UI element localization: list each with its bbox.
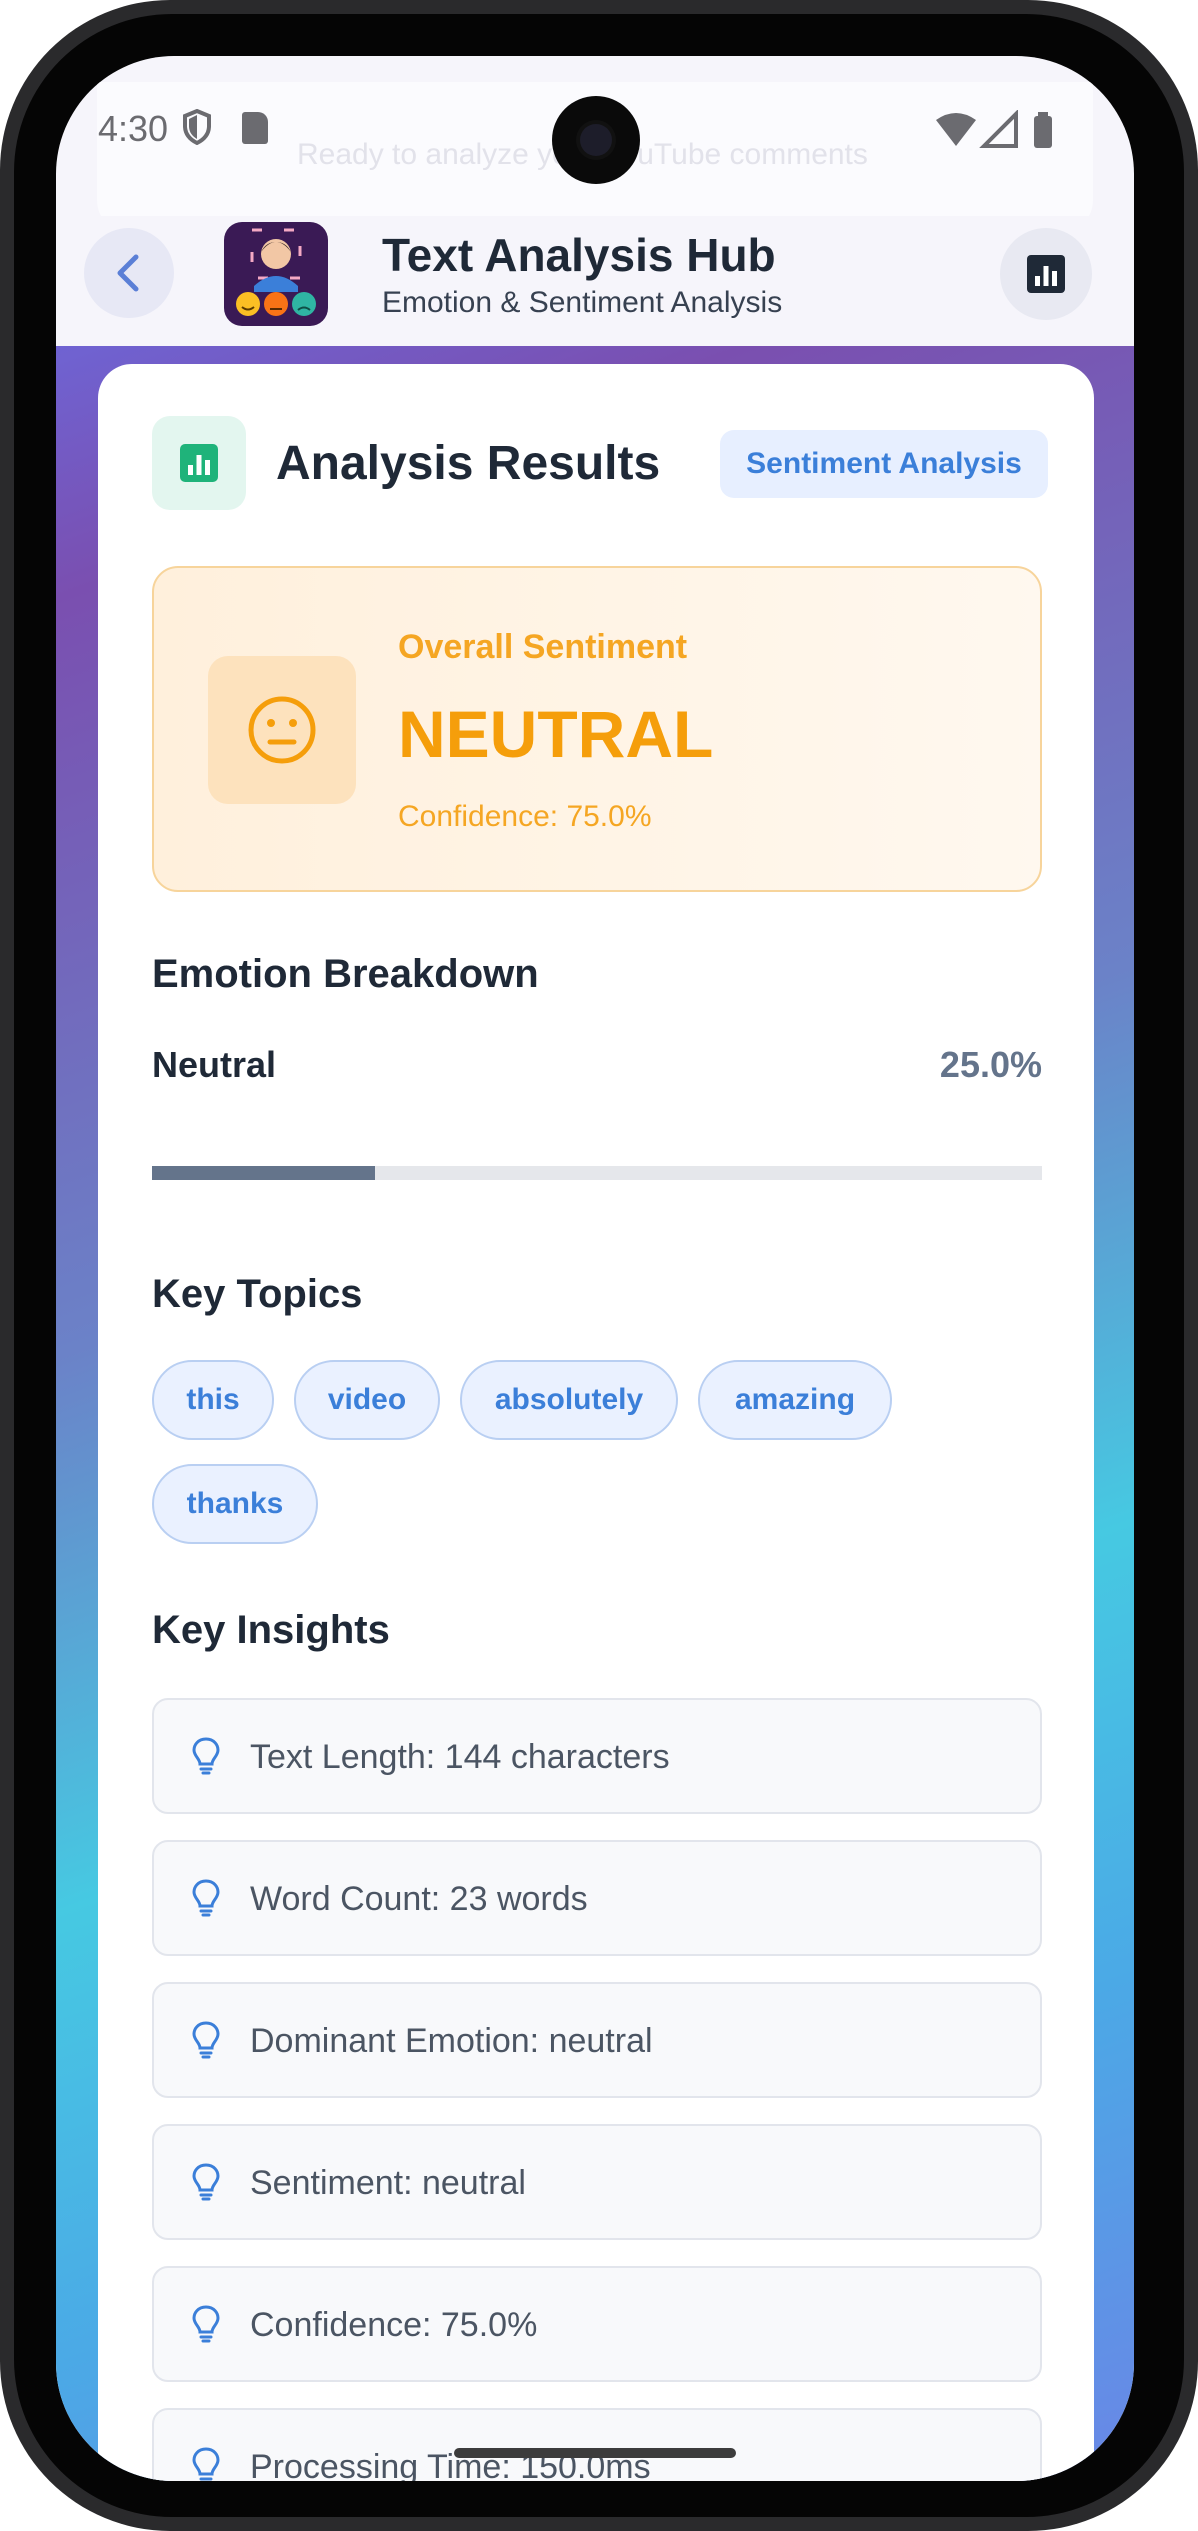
results-title: Analysis Results xyxy=(276,437,661,490)
lightbulb-icon xyxy=(192,1879,220,1917)
app-logo xyxy=(224,222,328,326)
insight-item: Word Count: 23 words xyxy=(152,1840,1042,1956)
lightbulb-icon xyxy=(192,2163,220,2201)
sd-card-icon xyxy=(242,112,268,144)
key-insights-heading: Key Insights xyxy=(152,1608,390,1652)
app-title: Text Analysis Hub xyxy=(382,229,776,281)
screen: Ready to analyze your YouTube comments 4… xyxy=(56,56,1134,2481)
overall-sentiment-label: Overall Sentiment xyxy=(398,628,688,666)
status-bar: 4:30 xyxy=(56,56,1134,206)
insight-text: Word Count: 23 words xyxy=(250,1880,588,1918)
app-subtitle: Emotion & Sentiment Analysis xyxy=(382,286,783,319)
emotion-breakdown-heading: Emotion Breakdown xyxy=(152,952,539,996)
key-topics-heading: Key Topics xyxy=(152,1272,363,1316)
insight-item: Dominant Emotion: neutral xyxy=(152,1982,1042,2098)
back-button[interactable] xyxy=(84,228,174,318)
insight-item: Sentiment: neutral xyxy=(152,2124,1042,2240)
status-time: 4:30 xyxy=(98,108,169,149)
overall-sentiment-value: NEUTRAL xyxy=(398,697,714,771)
lightbulb-icon xyxy=(192,2305,220,2343)
sentiment-confidence: Confidence: 75.0% xyxy=(398,800,652,833)
insight-item: Confidence: 75.0% xyxy=(152,2266,1042,2382)
topic-chip[interactable]: this xyxy=(152,1360,274,1440)
emotion-percent: 25.0% xyxy=(939,1044,1042,1085)
wifi-icon xyxy=(936,113,976,146)
lightbulb-icon xyxy=(192,1737,220,1775)
insight-item: Text Length: 144 characters xyxy=(152,1698,1042,1814)
topic-chip[interactable]: video xyxy=(294,1360,440,1440)
battery-icon xyxy=(1034,116,1052,148)
insight-text: Text Length: 144 characters xyxy=(250,1738,670,1776)
app-logo-icon xyxy=(236,228,316,316)
chevron-left-icon xyxy=(117,254,139,292)
insight-text: Sentiment: neutral xyxy=(250,2164,526,2202)
topic-chip[interactable]: amazing xyxy=(698,1360,892,1440)
overall-sentiment-box: Overall Sentiment NEUTRAL Confidence: 75… xyxy=(152,566,1042,892)
insight-text: Confidence: 75.0% xyxy=(250,2306,538,2344)
insight-item: Processing Time: 150.0ms xyxy=(152,2408,1042,2481)
topic-chip[interactable]: thanks xyxy=(152,1464,318,1544)
system-icons xyxy=(936,110,1052,148)
app-bar: Text Analysis Hub Emotion & Sentiment An… xyxy=(56,216,1134,346)
bar-chart-icon xyxy=(1027,255,1065,293)
lightbulb-icon xyxy=(192,2021,220,2059)
volume-button xyxy=(1194,690,1198,840)
shield-icon xyxy=(183,109,211,145)
phone-frame: Ready to analyze your YouTube comments 4… xyxy=(0,0,1198,2531)
sentiment-face-badge xyxy=(208,656,356,804)
results-card: Analysis Results Sentiment Analysis Over… xyxy=(98,364,1094,2481)
emotion-label: Neutral xyxy=(152,1044,277,1085)
emotion-bar-track xyxy=(152,1166,1042,1180)
analysis-type-tag: Sentiment Analysis xyxy=(720,430,1048,498)
lightbulb-icon xyxy=(192,2447,220,2481)
power-button xyxy=(1194,1000,1198,1290)
bar-chart-icon xyxy=(180,444,218,482)
insight-text: Dominant Emotion: neutral xyxy=(250,2022,653,2060)
signal-icon xyxy=(979,110,1018,148)
results-icon-badge xyxy=(152,416,246,510)
front-camera xyxy=(552,96,640,184)
emotion-bar-fill xyxy=(152,1166,375,1180)
topic-chip[interactable]: absolutely xyxy=(460,1360,678,1440)
analytics-button[interactable] xyxy=(1000,228,1092,320)
neutral-face-icon xyxy=(248,696,316,764)
home-indicator[interactable] xyxy=(454,2448,736,2458)
